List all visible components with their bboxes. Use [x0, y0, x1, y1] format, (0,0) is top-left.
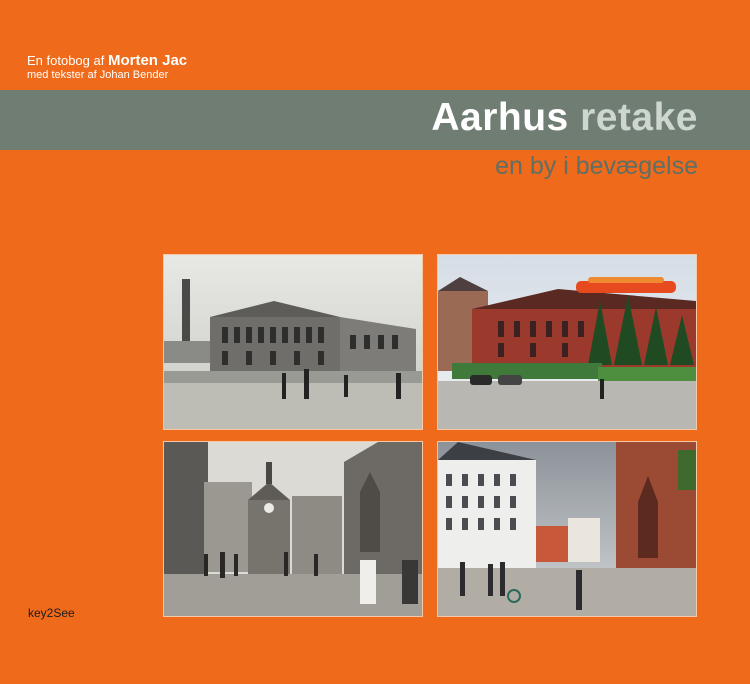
book-cover: En fotobog af Morten Jac med tekster af … [0, 0, 750, 684]
author-name: Morten Jac [107, 52, 188, 69]
title-word-retake: retake [580, 96, 698, 139]
texts-credit: med tekster af Johan Bender [27, 69, 169, 82]
title-word-aarhus: Aarhus [431, 96, 569, 139]
book-title: Aarhus retake [431, 96, 698, 140]
modern-museum-photo [437, 254, 697, 430]
historic-museum-photo [163, 254, 423, 430]
historic-square-photo [163, 441, 423, 617]
author-prefix: En fotobog af [27, 53, 108, 68]
modern-square-photo [437, 441, 697, 617]
publisher-name: key2See [28, 606, 75, 620]
author-credit: En fotobog af Morten Jac med tekster af … [27, 52, 187, 82]
book-subtitle: en by i bevægelse [495, 152, 698, 180]
author-line: En fotobog af Morten Jac [27, 52, 187, 69]
